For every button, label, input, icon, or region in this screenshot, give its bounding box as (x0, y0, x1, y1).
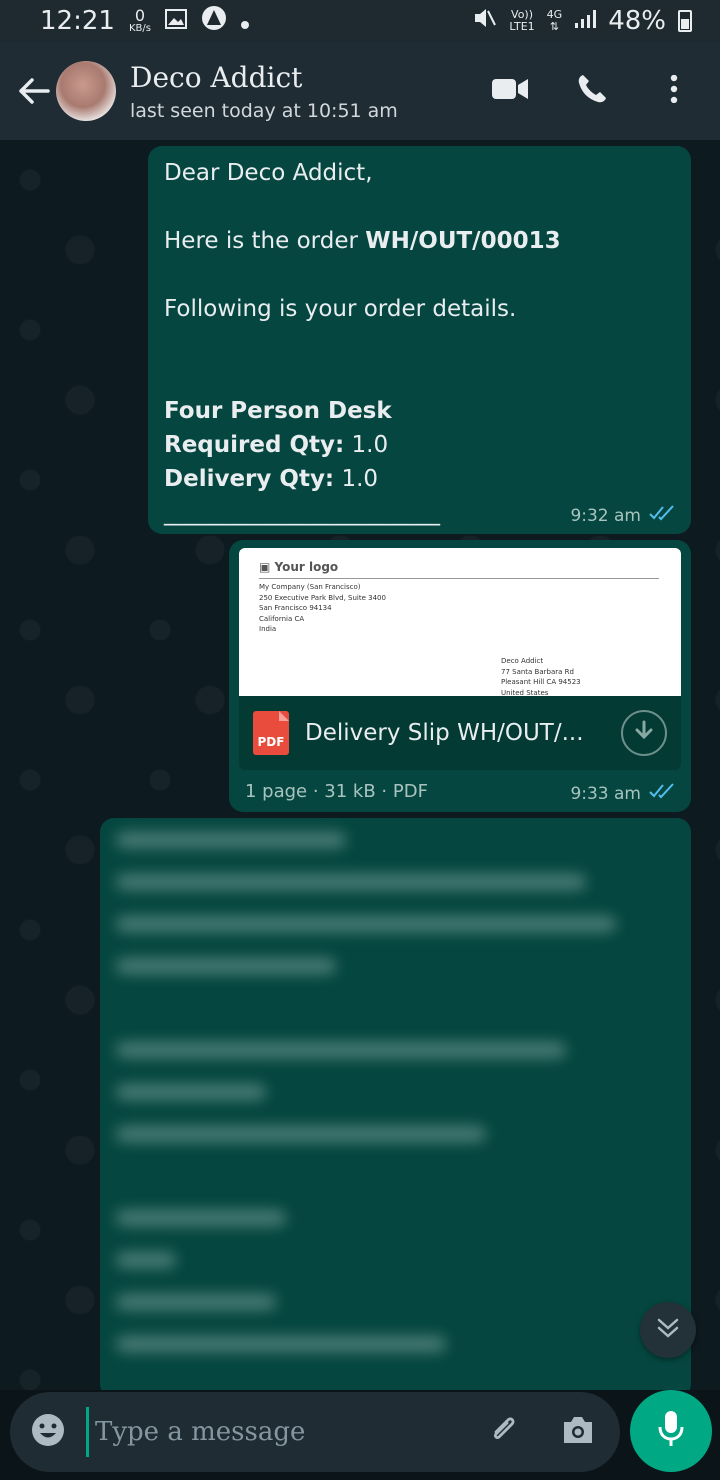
message-bubble[interactable]: Dear Deco Addict, Here is the order WH/O… (148, 146, 691, 534)
back-icon[interactable] (16, 73, 52, 109)
order-number: WH/OUT/00013 (365, 228, 561, 254)
smiley-icon (30, 1412, 66, 1452)
doc-company-line: India (259, 625, 277, 633)
message-order-line: Here is the order WH/OUT/00013 (164, 224, 675, 258)
pdf-badge: PDF (257, 735, 285, 749)
message-time: 9:33 am (570, 783, 641, 804)
voice-message-button[interactable] (630, 1390, 712, 1472)
delivery-qty-label: Delivery Qty: (164, 466, 335, 492)
network-indicator: 4G ⇅ (547, 8, 563, 33)
status-left: 12:21 0 KB/s (40, 5, 249, 38)
emoji-button[interactable] (28, 1412, 68, 1452)
camera-button[interactable] (558, 1412, 598, 1452)
header-actions (490, 71, 694, 111)
doc-company-address: My Company (San Francisco) 250 Executive… (259, 582, 386, 635)
pdf-icon: PDF (253, 711, 289, 755)
avatar[interactable] (56, 61, 116, 121)
download-arrow-icon (634, 720, 654, 746)
contact-name: Deco Addict (130, 60, 303, 94)
menu-button[interactable] (654, 71, 694, 111)
doc-company-line: San Francisco 94134 (259, 604, 332, 612)
app-notification-icon (201, 5, 227, 38)
delivery-qty-value: 1.0 (334, 466, 379, 492)
status-time: 12:21 (40, 6, 115, 36)
dot-icon (240, 6, 249, 36)
doc-logo-text: Your logo (274, 560, 339, 574)
data-rate-unit: KB/s (128, 23, 151, 34)
blurred-content (116, 832, 636, 1378)
signal-icon (574, 6, 597, 36)
read-ticks-icon (649, 783, 677, 804)
attach-button[interactable] (484, 1412, 524, 1452)
product-name: Four Person Desk (164, 398, 392, 424)
phone-icon (576, 73, 608, 109)
mute-icon (473, 6, 497, 36)
document-message[interactable]: ▣ Your logo My Company (San Francisco) 2… (229, 540, 691, 812)
message-details-intro: Following is your order details. (164, 296, 517, 322)
message-greeting: Dear Deco Addict, (164, 160, 373, 186)
camera-icon (560, 1414, 596, 1450)
file-info: 1 page · 31 kB · PDF (245, 781, 428, 802)
doc-recipient-line: 77 Santa Barbara Rd (501, 667, 574, 676)
double-chevron-down-icon (655, 1315, 681, 1345)
delivery-qty: Delivery Qty: 1.0 (164, 462, 675, 496)
required-qty-label: Required Qty: (164, 432, 345, 458)
blurred-message[interactable] (100, 818, 691, 1390)
doc-recipient-address: Deco Addict 77 Santa Barbara Rd Pleasant… (501, 656, 581, 696)
doc-recipient-line: United States (501, 688, 549, 697)
required-qty: Required Qty: 1.0 (164, 428, 675, 462)
download-button[interactable] (621, 710, 667, 756)
gallery-icon (164, 6, 187, 36)
doc-company-line: My Company (San Francisco) (259, 583, 361, 591)
required-qty-value: 1.0 (344, 432, 389, 458)
data-arrows-icon: ⇅ (549, 20, 560, 33)
microphone-icon (656, 1409, 686, 1453)
message-meta: 9:33 am (570, 783, 677, 804)
data-rate: 0 KB/s (129, 8, 151, 34)
doc-company-line: California CA (259, 614, 305, 623)
volte-bottom: LTE1 (509, 20, 535, 33)
file-name: Delivery Slip WH/OUT/... (305, 720, 584, 746)
doc-company-line: 250 Executive Park Blvd, Suite 3400 (259, 593, 386, 602)
volte-indicator: Vo)) LTE1 (509, 8, 535, 33)
last-seen: last seen today at 10:51 am (130, 99, 398, 122)
doc-logo: ▣ Your logo (259, 560, 338, 574)
contact-info[interactable]: Deco Addict last seen today at 10:51 am (130, 61, 398, 122)
doc-divider (259, 578, 659, 579)
chat-header: Deco Addict last seen today at 10:51 am (0, 42, 720, 140)
video-camera-icon (491, 77, 529, 105)
message-time: 9:32 am (570, 505, 641, 526)
doc-recipient-line: Pleasant Hill CA 94523 (501, 678, 581, 686)
battery-icon (678, 10, 692, 32)
compose-bar (10, 1392, 620, 1472)
vertical-dots-icon (670, 74, 678, 107)
image-placeholder-icon: ▣ (259, 560, 275, 574)
chat-area[interactable]: Dear Deco Addict, Here is the order WH/O… (0, 140, 720, 1390)
message-input[interactable] (86, 1407, 466, 1457)
message-meta: 9:32 am (570, 505, 677, 526)
order-prefix: Here is the order (164, 228, 366, 254)
data-rate-value: 0 (134, 6, 146, 25)
paperclip-icon (486, 1412, 522, 1452)
voice-call-button[interactable] (572, 71, 612, 111)
battery-percent: 48% (608, 6, 666, 36)
scroll-to-bottom-button[interactable] (640, 1302, 696, 1358)
read-ticks-icon (649, 505, 677, 526)
file-row[interactable]: PDF Delivery Slip WH/OUT/... (239, 696, 681, 770)
status-bar: 12:21 0 KB/s Vo)) LTE1 4G ⇅ 48% (0, 0, 720, 42)
doc-recipient-line: Deco Addict (501, 657, 544, 665)
status-right: Vo)) LTE1 4G ⇅ 48% (473, 6, 692, 36)
video-call-button[interactable] (490, 71, 530, 111)
document-preview[interactable]: ▣ Your logo My Company (San Francisco) 2… (239, 548, 681, 696)
